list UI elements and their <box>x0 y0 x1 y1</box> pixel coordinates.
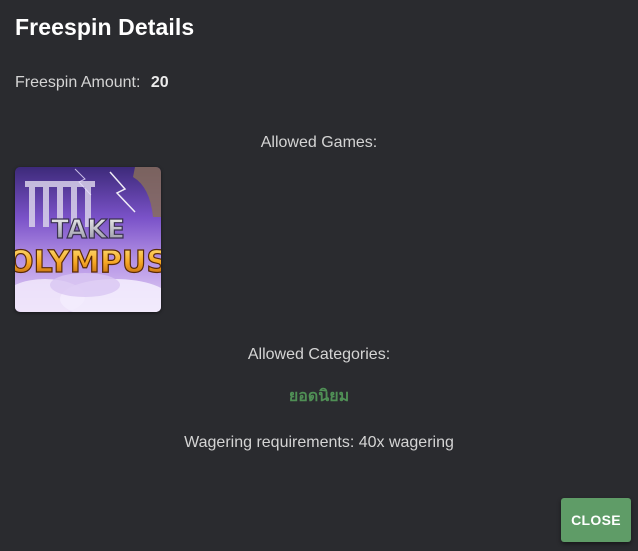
freespin-amount-value: 20 <box>150 74 169 91</box>
category-link-popular[interactable]: ยอดนิยม <box>0 384 638 409</box>
logo-line-2: OLYMPUS <box>15 245 161 280</box>
game-thumbnail-take-olympus[interactable]: TAKE OLYMPUS <box>15 167 161 312</box>
modal-title: Freespin Details <box>15 14 195 40</box>
freespin-details-modal: Freespin Details Freespin Amount: 20 All… <box>0 0 638 551</box>
close-button[interactable]: CLOSE <box>561 498 631 542</box>
wagering-requirements-text: Wagering requirements: 40x wagering <box>184 434 454 451</box>
take-olympus-artwork: TAKE OLYMPUS <box>15 167 161 312</box>
freespin-amount-label: Freespin Amount: <box>15 74 141 91</box>
allowed-games-label: Allowed Games: <box>260 134 378 151</box>
freespin-amount-row: Freespin Amount: 20 <box>15 74 169 92</box>
logo-line-1: TAKE <box>51 215 125 245</box>
allowed-categories-label: Allowed Categories: <box>247 346 391 363</box>
